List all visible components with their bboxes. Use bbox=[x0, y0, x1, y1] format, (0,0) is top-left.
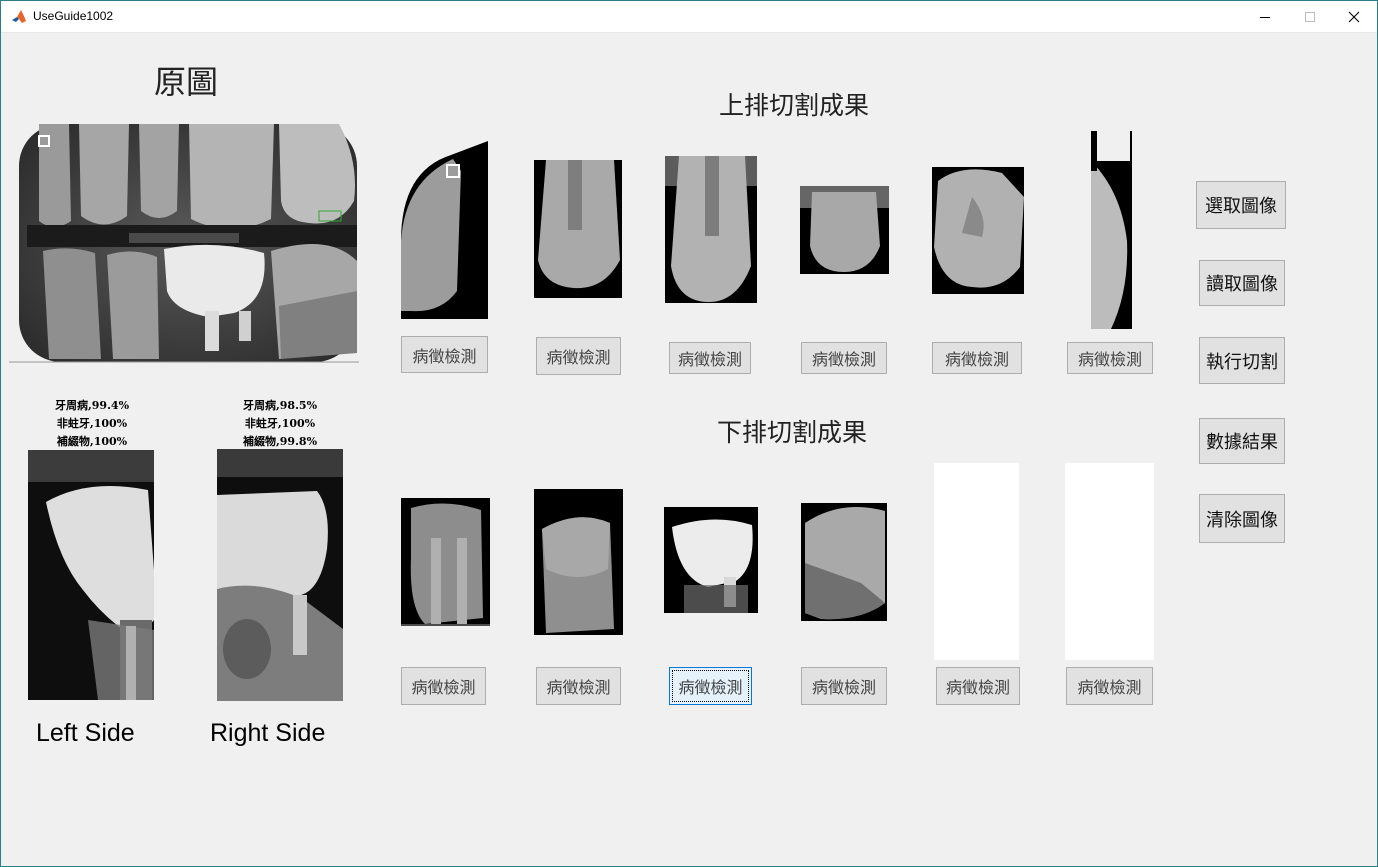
minimize-button[interactable] bbox=[1242, 1, 1288, 32]
lower-tooth-image-2 bbox=[534, 489, 623, 635]
read-image-button[interactable]: 讀取圖像 bbox=[1199, 260, 1285, 306]
left-result-line: 補綴物,100% bbox=[56, 435, 128, 448]
original-title: 原圖 bbox=[154, 63, 219, 101]
lower-detect-button-2[interactable]: 病徵檢測 bbox=[536, 667, 621, 705]
upper-detect-button-4[interactable]: 病徵檢測 bbox=[801, 342, 887, 374]
upper-detect-button-1[interactable]: 病徵檢測 bbox=[401, 336, 488, 373]
maximize-icon bbox=[1305, 11, 1315, 22]
lower-results-title: 下排切割成果 bbox=[717, 418, 868, 447]
upper-detect-button-2[interactable]: 病徵檢測 bbox=[536, 337, 621, 375]
minimize-icon bbox=[1260, 16, 1270, 18]
left-result-line: 非蛀牙,100% bbox=[56, 417, 128, 430]
lower-tooth-image-5-empty bbox=[934, 463, 1019, 660]
close-icon bbox=[1348, 11, 1360, 22]
lower-tooth-image-3 bbox=[664, 507, 758, 613]
clear-image-button[interactable]: 清除圖像 bbox=[1199, 494, 1285, 543]
run-segmentation-button[interactable]: 執行切割 bbox=[1199, 337, 1285, 384]
original-xray-image bbox=[9, 124, 359, 363]
right-result-text: 牙周病,98.5% 非蛀牙,100% 補綴物,99.8% bbox=[225, 397, 335, 451]
lower-tooth-image-6-empty bbox=[1065, 463, 1154, 660]
lower-detect-button-3[interactable]: 病徵檢測 bbox=[669, 667, 752, 705]
left-side-image bbox=[28, 450, 154, 700]
upper-detect-button-5[interactable]: 病徵檢測 bbox=[932, 342, 1022, 374]
upper-tooth-image-4 bbox=[800, 186, 889, 274]
lower-detect-button-1[interactable]: 病徵檢測 bbox=[401, 667, 486, 705]
right-side-image bbox=[217, 449, 343, 701]
window-title: UseGuide1002 bbox=[33, 9, 114, 23]
left-side-caption: Left Side bbox=[36, 719, 135, 747]
right-side-caption: Right Side bbox=[210, 719, 326, 747]
title-bar: UseGuide1002 bbox=[1, 1, 1377, 33]
upper-results-title: 上排切割成果 bbox=[719, 91, 870, 120]
left-result-text: 牙周病,99.4% 非蛀牙,100% 補綴物,100% bbox=[37, 397, 147, 451]
right-result-line: 牙周病,98.5% bbox=[242, 399, 318, 412]
left-result-line: 牙周病,99.4% bbox=[54, 399, 130, 412]
upper-tooth-image-6 bbox=[1091, 131, 1132, 329]
app-window: UseGuide1002 原圖 牙周病,99.4% 非蛀牙,100% 補綴物,1… bbox=[0, 0, 1378, 867]
upper-tooth-image-1 bbox=[401, 141, 488, 319]
upper-tooth-image-3 bbox=[665, 156, 757, 303]
upper-tooth-image-2 bbox=[534, 160, 622, 298]
lower-detect-button-6[interactable]: 病徵檢測 bbox=[1066, 667, 1153, 705]
upper-detect-button-6[interactable]: 病徵檢測 bbox=[1067, 342, 1153, 374]
data-results-button[interactable]: 數據結果 bbox=[1199, 418, 1285, 464]
lower-tooth-image-1 bbox=[401, 498, 490, 626]
select-image-button[interactable]: 選取圖像 bbox=[1196, 181, 1286, 229]
close-button[interactable] bbox=[1331, 1, 1377, 32]
maximize-button[interactable] bbox=[1287, 1, 1333, 32]
lower-detect-button-5[interactable]: 病徵檢測 bbox=[936, 667, 1020, 705]
matlab-icon bbox=[11, 9, 27, 25]
lower-detect-button-4[interactable]: 病徵檢測 bbox=[801, 667, 887, 705]
lower-tooth-image-4 bbox=[801, 503, 887, 621]
right-result-line: 非蛀牙,100% bbox=[244, 417, 316, 430]
upper-detect-button-3[interactable]: 病徵檢測 bbox=[669, 342, 751, 374]
upper-tooth-image-5 bbox=[932, 167, 1024, 294]
